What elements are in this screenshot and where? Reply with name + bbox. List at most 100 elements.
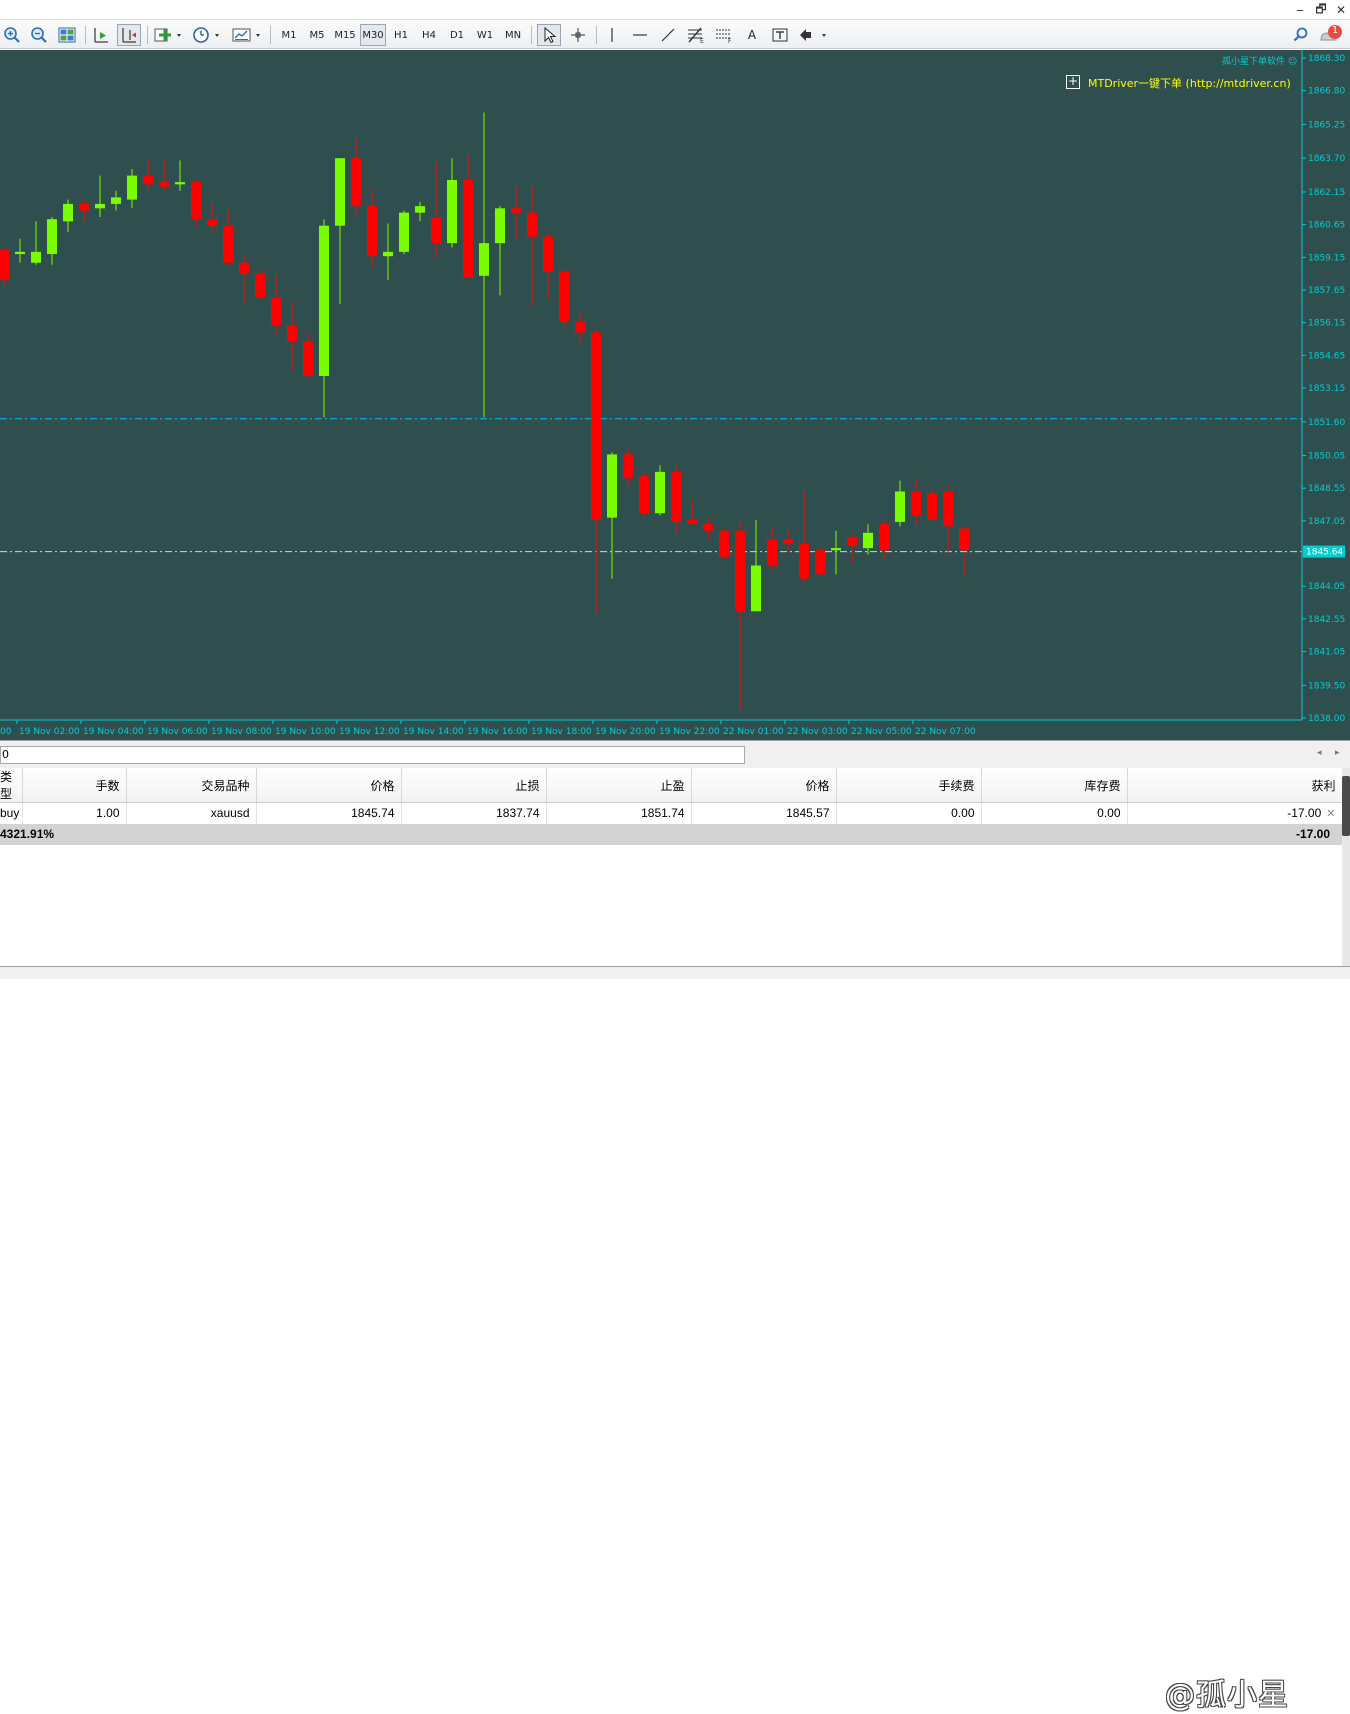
positions-table: 类型 手数 交易品种 价格 止损 止盈 价格 手续费 库存费 获利 buy 1.… [0, 768, 1343, 845]
indicators-icon[interactable] [152, 24, 184, 46]
column-commission[interactable]: 手续费 [836, 768, 982, 803]
bull-candle [751, 565, 761, 612]
cell-type: buy [0, 802, 23, 824]
bear-candle [799, 543, 809, 579]
column-stop-loss[interactable]: 止损 [401, 768, 547, 803]
time-tick-label: 22 Nov 01:00 [723, 727, 784, 737]
timeframe-w1[interactable]: W1 [472, 24, 498, 46]
horizontal-line-icon[interactable] [628, 24, 652, 46]
time-tick-label: 22 Nov 03:00 [787, 727, 848, 737]
candlestick-chart[interactable]: 1868.30 1866.80 1865.25 1863.70 1862.15 1860.… [0, 50, 1350, 740]
timeframe-h4[interactable]: H4 [416, 24, 442, 46]
cursor-icon[interactable] [537, 24, 561, 46]
auto-scroll-icon[interactable] [90, 24, 112, 46]
summary-label: 4321.91% [0, 823, 126, 845]
clock-icon[interactable] [190, 24, 222, 46]
bull-candle [479, 243, 489, 276]
price-tick-label: 1854.65 [1308, 351, 1345, 361]
restore-button[interactable]: 🗗 [1311, 1, 1331, 19]
bear-candle [463, 179, 473, 278]
time-tick-label: 19 Nov 04:00 [83, 727, 144, 737]
close-button[interactable]: ✕ [1331, 1, 1350, 19]
column-type[interactable]: 类型 [0, 768, 23, 803]
time-tick-label: 19 Nov 18:00 [531, 727, 592, 737]
bear-candle [623, 454, 633, 479]
timeframe-m30[interactable]: M30 [360, 24, 386, 46]
chart-tab[interactable]: 0 [0, 746, 745, 764]
time-tick-label: 19 Nov 10:00 [275, 727, 336, 737]
zoom-out-icon[interactable] [28, 24, 50, 46]
bull-candle [47, 219, 57, 255]
column-current-price[interactable]: 价格 [691, 768, 837, 803]
bear-candle [79, 203, 89, 211]
column-open-price[interactable]: 价格 [256, 768, 402, 803]
fibonacci-icon[interactable]: E [684, 24, 708, 46]
bear-candle [639, 476, 649, 514]
cell-current-price: 1845.57 [691, 802, 837, 824]
price-tick-label: 1865.25 [1308, 120, 1345, 130]
price-chart[interactable]: 1868.30 1866.80 1865.25 1863.70 1862.15 1860.… [0, 50, 1350, 740]
minimize-button[interactable]: ‒ [1290, 1, 1310, 19]
tab-next-button[interactable]: ▸ [1335, 748, 1340, 758]
terminal-scrollbar[interactable] [1342, 768, 1350, 966]
plugin-label[interactable]: MTDriver一键下单 (http://mtdriver.cn) [1088, 75, 1291, 91]
price-tick-label: 1851.60 [1308, 418, 1345, 428]
bull-candle [63, 203, 73, 222]
time-tick-label: 22 Nov 05:00 [851, 727, 912, 737]
bear-candle [591, 332, 601, 520]
notifications-icon[interactable]: 1 [1318, 24, 1348, 46]
channel-icon[interactable]: F [712, 24, 736, 46]
cell-symbol: xauusd [126, 802, 257, 824]
column-profit[interactable]: 获利 [1127, 768, 1343, 803]
column-take-profit[interactable]: 止盈 [546, 768, 692, 803]
price-tick-label: 1866.80 [1308, 87, 1345, 97]
bull-candle [655, 471, 665, 514]
bull-candle [399, 212, 409, 252]
bear-candle [815, 550, 825, 575]
timeframe-h1[interactable]: H1 [388, 24, 414, 46]
timeframe-m1[interactable]: M1 [276, 24, 302, 46]
cell-swap: 0.00 [981, 802, 1128, 824]
bear-candle [0, 249, 9, 281]
arrows-icon[interactable] [796, 24, 830, 46]
tile-windows-icon[interactable] [56, 24, 78, 46]
vertical-line-icon[interactable] [600, 24, 624, 46]
bear-candle [287, 325, 297, 342]
price-tick-label: 1842.55 [1308, 615, 1345, 625]
cell-stop-loss[interactable]: 1837.74 [401, 802, 547, 824]
plugin-expand-button[interactable]: + [1066, 75, 1080, 89]
cell-take-profit[interactable]: 1851.74 [546, 802, 692, 824]
crosshair-icon[interactable] [566, 24, 590, 46]
bear-candle [255, 273, 265, 298]
bull-candle [31, 251, 41, 263]
scrollbar-thumb[interactable] [1342, 776, 1350, 836]
timeframe-mn[interactable]: MN [500, 24, 526, 46]
text-icon[interactable]: A [740, 24, 764, 46]
chart-shift-icon[interactable] [117, 24, 141, 46]
zoom-in-icon[interactable] [1, 24, 23, 46]
column-symbol[interactable]: 交易品种 [126, 768, 257, 803]
bear-candle [367, 206, 377, 257]
time-tick-label: 19 Nov 06:00 [147, 727, 208, 737]
column-swap[interactable]: 库存费 [981, 768, 1128, 803]
column-volume[interactable]: 手数 [22, 768, 127, 803]
bear-candle [879, 524, 889, 551]
bear-candle [207, 219, 217, 226]
svg-text:E: E [700, 38, 704, 44]
bull-candle [895, 491, 905, 522]
trendline-icon[interactable] [656, 24, 680, 46]
text-label-icon[interactable] [768, 24, 792, 46]
close-position-icon[interactable]: ✕ [1326, 808, 1335, 820]
time-tick-label: 19 Nov 20:00 [595, 727, 656, 737]
templates-icon[interactable] [230, 24, 264, 46]
bull-candle [111, 197, 121, 204]
tab-prev-button[interactable]: ◂ [1317, 748, 1322, 758]
price-tick-label: 1848.55 [1308, 484, 1345, 494]
timeframe-d1[interactable]: D1 [444, 24, 470, 46]
bull-candle [175, 182, 185, 185]
search-icon[interactable] [1290, 24, 1312, 46]
timeframe-m15[interactable]: M15 [332, 24, 358, 46]
table-row[interactable]: buy 1.00 xauusd 1845.74 1837.74 1851.74 … [0, 802, 1343, 824]
timeframe-m5[interactable]: M5 [304, 24, 330, 46]
price-tick-label: 1862.15 [1308, 188, 1345, 198]
